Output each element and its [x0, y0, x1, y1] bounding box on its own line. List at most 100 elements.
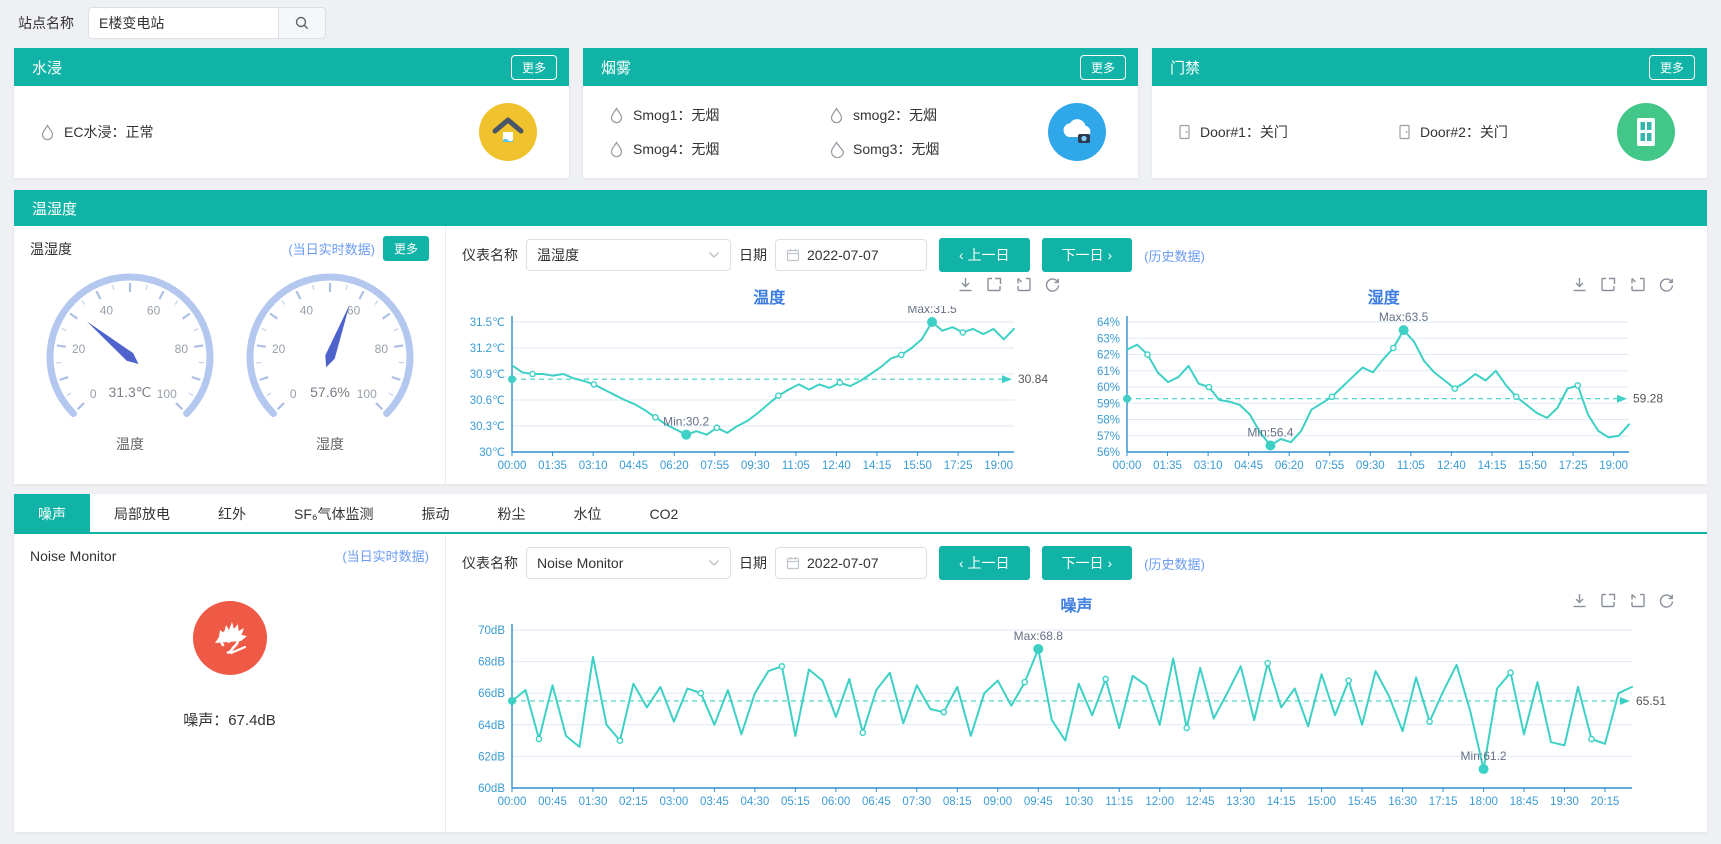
tab-water-level[interactable]: 水位	[550, 494, 626, 532]
svg-text:01:30: 01:30	[579, 796, 608, 808]
meter-select[interactable]: 温湿度	[526, 239, 731, 271]
svg-text:30.9℃: 30.9℃	[470, 369, 505, 381]
date-picker[interactable]: 2022-07-07	[775, 239, 927, 271]
card-water: 水浸 更多 EC水浸：正常	[14, 48, 569, 178]
realtime-data-link[interactable]: (当日实时数据)	[342, 546, 429, 565]
section-title: 温湿度	[32, 198, 77, 219]
svg-text:04:45: 04:45	[619, 460, 648, 472]
svg-text:63%: 63%	[1096, 333, 1119, 345]
status-text: Somg3：无烟	[853, 139, 939, 159]
list-item: Somg3：无烟	[829, 139, 1049, 159]
th-controls: 仪表名称 温湿度 日期 2022-07-07 ‹ 上一日 下一日 › (历史数据…	[462, 234, 1691, 276]
zoom-box-icon[interactable]	[986, 276, 1003, 293]
site-search-group	[88, 7, 326, 39]
smoke-item-grid: Smog1：无烟 smog2：无烟 Smog4：无烟 Somg3：无烟	[609, 105, 1049, 159]
svg-text:15:45: 15:45	[1348, 796, 1377, 808]
status-text: Door#1：关门	[1200, 122, 1288, 142]
temp-humidity-section-header: 温湿度	[14, 190, 1707, 226]
restore-icon[interactable]	[1015, 276, 1032, 293]
svg-text:09:30: 09:30	[1355, 460, 1384, 472]
svg-text:20:15: 20:15	[1591, 796, 1620, 808]
svg-text:09:00: 09:00	[983, 796, 1012, 808]
panel-more-button[interactable]: 更多	[383, 236, 429, 261]
svg-text:11:05: 11:05	[782, 460, 810, 472]
prev-day-button[interactable]: ‹ 上一日	[939, 238, 1030, 272]
svg-text:14:15: 14:15	[1267, 796, 1296, 808]
svg-text:09:30: 09:30	[741, 460, 770, 472]
panel-title: 温湿度	[30, 239, 72, 259]
noise-reading: 噪声：67.4dB	[30, 709, 429, 730]
card-door-title: 门禁	[1170, 57, 1200, 78]
prev-day-button[interactable]: ‹ 上一日	[939, 546, 1030, 580]
history-data-link[interactable]: (历史数据)	[1144, 554, 1205, 573]
history-data-link[interactable]: (历史数据)	[1144, 246, 1205, 265]
refresh-icon[interactable]	[1044, 276, 1061, 293]
status-text: Door#2：关门	[1420, 122, 1508, 142]
tab-dust[interactable]: 粉尘	[474, 494, 550, 532]
refresh-icon[interactable]	[1658, 276, 1675, 293]
door-small-icon	[1398, 124, 1411, 140]
svg-text:16:30: 16:30	[1388, 796, 1417, 808]
restore-icon[interactable]	[1629, 276, 1646, 293]
status-cards-row: 水浸 更多 EC水浸：正常 烟雾 更多	[14, 48, 1707, 178]
noise-left-panel: Noise Monitor (当日实时数据) 噪声：67.4dB	[14, 534, 446, 832]
card-door-header: 门禁 更多	[1152, 48, 1707, 86]
date-picker[interactable]: 2022-07-07	[775, 547, 927, 579]
svg-text:19:00: 19:00	[984, 460, 1013, 472]
svg-text:40: 40	[299, 304, 313, 318]
smoke-drop-icon	[829, 141, 844, 158]
card-water-more-button[interactable]: 更多	[511, 55, 557, 80]
download-icon[interactable]	[1571, 592, 1588, 609]
card-water-body: EC水浸：正常	[14, 86, 569, 178]
svg-text:06:00: 06:00	[821, 796, 850, 808]
site-name-input[interactable]	[88, 7, 278, 39]
download-icon[interactable]	[957, 276, 974, 293]
noise-chart-block: 噪声 60dB62dB64dB66dB68dB70dB00:0000:4501:…	[462, 592, 1691, 819]
card-door-more-button[interactable]: 更多	[1649, 55, 1695, 80]
card-smoke-more-button[interactable]: 更多	[1080, 55, 1126, 80]
realtime-data-link[interactable]: (当日实时数据)	[288, 239, 375, 258]
svg-text:07:55: 07:55	[700, 460, 729, 472]
svg-text:31.2℃: 31.2℃	[470, 343, 505, 355]
svg-text:07:30: 07:30	[902, 796, 931, 808]
tab-noise[interactable]: 噪声	[14, 494, 90, 532]
svg-text:80: 80	[174, 342, 188, 356]
svg-text:31.5℃: 31.5℃	[470, 317, 505, 329]
tab-partial-discharge[interactable]: 局部放电	[90, 494, 194, 532]
meter-name-label: 仪表名称	[462, 553, 518, 573]
svg-text:03:10: 03:10	[579, 460, 608, 472]
list-item: Smog1：无烟	[609, 105, 829, 125]
smoke-drop-icon	[609, 141, 624, 158]
zoom-box-icon[interactable]	[1600, 592, 1617, 609]
status-text: smog2：无烟	[853, 105, 937, 125]
svg-text:59.28: 59.28	[1633, 392, 1663, 406]
download-icon[interactable]	[1571, 276, 1588, 293]
restore-icon[interactable]	[1629, 592, 1646, 609]
search-icon	[294, 15, 310, 31]
temperature-chart-block: 温度 30℃30.3℃30.6℃30.9℃31.2℃31.5℃00:0001:3…	[462, 276, 1077, 483]
next-day-button[interactable]: 下一日 ›	[1042, 238, 1133, 272]
refresh-icon[interactable]	[1658, 592, 1675, 609]
svg-text:68dB: 68dB	[478, 657, 505, 669]
svg-text:02:15: 02:15	[619, 796, 648, 808]
meter-select[interactable]: Noise Monitor	[526, 547, 731, 579]
meter-select-value: 温湿度	[537, 245, 579, 265]
tab-infrared[interactable]: 红外	[194, 494, 270, 532]
svg-text:03:45: 03:45	[700, 796, 729, 808]
svg-text:57%: 57%	[1096, 431, 1119, 443]
svg-text:Max:63.5: Max:63.5	[1378, 310, 1428, 324]
svg-text:60: 60	[346, 304, 360, 318]
svg-text:12:40: 12:40	[822, 460, 851, 472]
chart-toolbar	[1571, 592, 1675, 609]
svg-text:18:00: 18:00	[1469, 796, 1498, 808]
date-label: 日期	[739, 245, 767, 265]
noise-ear-icon	[193, 601, 267, 675]
tab-co2[interactable]: CO2	[626, 494, 703, 532]
svg-text:60dB: 60dB	[478, 783, 505, 795]
tab-sf6-gas[interactable]: SF₆气体监测	[270, 494, 398, 532]
next-day-button[interactable]: 下一日 ›	[1042, 546, 1133, 580]
search-button[interactable]	[278, 7, 326, 39]
tab-vibration[interactable]: 振动	[398, 494, 474, 532]
chart-toolbar	[957, 276, 1061, 293]
zoom-box-icon[interactable]	[1600, 276, 1617, 293]
